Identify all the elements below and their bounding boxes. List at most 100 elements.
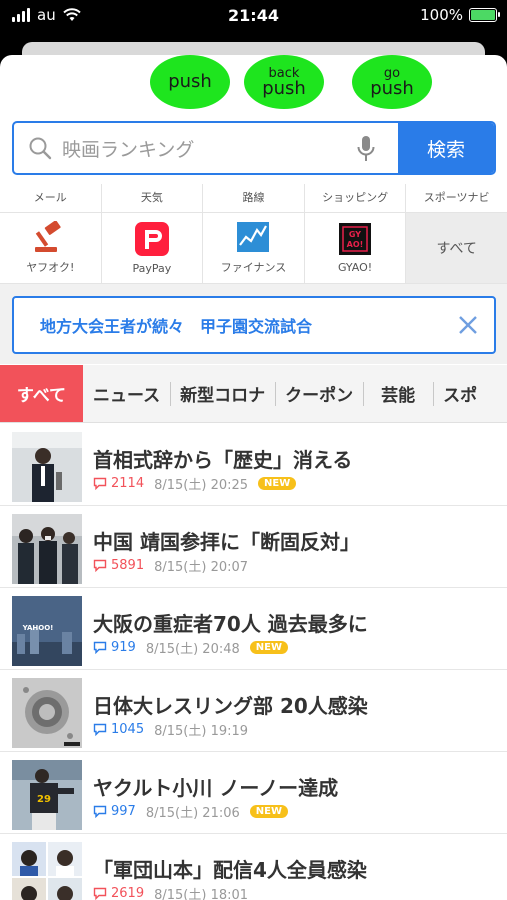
svg-text:GY: GY [349,230,361,239]
news-item[interactable]: 首相式辞から「歴史」消える 2114 8/15(土) 20:25 NEW [0,424,507,506]
news-date: 8/15(土) 21:06 [145,806,240,821]
banner-area: 地方大会王者が続々 甲子園交流試合 [0,284,507,364]
comment-icon [93,723,107,736]
news-thumbnail: 29 [12,760,82,830]
news-headline: ヤクルト小川 ノーノー達成 [93,776,339,800]
back-push-label: push [262,77,306,99]
search-button[interactable]: 検索 [398,123,494,173]
comment-count-value: 919 [111,640,136,655]
news-item[interactable]: YAHOO! 大阪の重症者70人 過去最多に 919 8/15(土) 20:48 NEW [0,588,507,670]
news-headline: 中国 靖国参拝に「断固反対」 [93,530,360,554]
paypay-icon [134,221,169,256]
news-date: 8/15(土) 20:48 [145,642,240,657]
gyao-icon: GY AO! [339,222,372,255]
news-date: 8/15(土) 20:07 [154,560,249,575]
chart-icon [237,222,270,252]
service-link-weather[interactable]: 天気 [102,184,204,212]
news-headline: 首相式辞から「歴史」消える [93,448,353,472]
service-paypay[interactable]: PayPay [102,213,204,283]
news-item[interactable]: 中国 靖国参拝に「断固反対」 5891 8/15(土) 20:07 [0,506,507,588]
service-gyao-label: GYAO! [337,260,373,274]
news-meta: 5891 8/15(土) 20:07 [93,556,248,575]
banner-text: 地方大会王者が続々 甲子園交流試合 [40,317,313,336]
comment-icon [93,641,107,654]
service-icons: ヤフオク! PayPay ファイナンス GY AO! GYAO! すべて [0,212,507,284]
news-item[interactable]: 日体大レスリング部 20人感染 1045 8/15(土) 19:19 [0,670,507,752]
battery-percent: 100% [420,6,463,24]
service-link-sportsnavi[interactable]: スポーツナビ [406,184,507,212]
search-input[interactable]: 映画ランキング [14,123,398,173]
push-button[interactable]: push [150,55,230,109]
topic-banner[interactable]: 地方大会王者が続々 甲子園交流試合 [12,296,496,354]
comment-count-value: 997 [111,804,136,819]
comment-icon [93,477,107,490]
news-date: 8/15(土) 20:25 [154,478,249,493]
comment-count-value: 1045 [111,722,145,737]
new-badge: NEW [249,641,288,654]
news-headline: 「軍団山本」配信4人全員感染 [93,858,367,882]
tab-all[interactable]: すべて [0,365,83,422]
go-push-button[interactable]: go push [352,55,432,109]
service-links: メール 天気 路線 ショッピング スポーツナビ [0,184,507,212]
news-list: 首相式辞から「歴史」消える 2114 8/15(土) 20:25 NEW 中国 靖国参拝… [0,424,507,900]
service-link-transit[interactable]: 路線 [203,184,305,212]
news-thumbnail [12,432,82,502]
news-date: 8/15(土) 19:19 [154,724,249,739]
tab-entertainment[interactable]: 芸能 [363,365,433,422]
push-button-label: push [168,71,212,92]
news-thumbnail [12,678,82,748]
tab-coupon[interactable]: クーポン [275,365,363,422]
category-tabs: すべて ニュース 新型コロナ クーポン 芸能 スポ [0,365,507,423]
svg-text:YAHOO!: YAHOO! [22,624,54,632]
search-placeholder: 映画ランキング [62,138,195,161]
comment-count-value: 2114 [111,476,145,491]
service-auction[interactable]: ヤフオク! [0,213,102,283]
comment-count: 2619 [93,886,144,900]
new-badge: NEW [258,477,297,490]
comment-icon [93,559,107,572]
microphone-icon[interactable] [356,135,376,163]
tab-coronavirus[interactable]: 新型コロナ [170,365,275,422]
comment-count: 1045 [93,722,144,737]
news-meta: 2619 8/15(土) 18:01 [93,884,248,900]
comment-count: 5891 [93,558,144,573]
browser-sheet: push back push go push 映画ランキング 検索 メール 天気… [0,55,507,900]
close-icon[interactable] [456,313,480,337]
news-item[interactable]: 29 ヤクルト小川 ノーノー達成 997 8/15(土) 21:06 NEW [0,752,507,834]
comment-count: 997 [93,804,136,819]
news-meta: 1045 8/15(土) 19:19 [93,720,248,739]
news-headline: 大阪の重症者70人 過去最多に [93,612,368,636]
news-thumbnail [12,842,82,900]
back-push-button[interactable]: back push [244,55,324,109]
news-meta: 997 8/15(土) 21:06 NEW [93,802,288,821]
service-link-shopping[interactable]: ショッピング [305,184,407,212]
svg-text:29: 29 [37,794,51,805]
service-link-mail[interactable]: メール [0,184,102,212]
status-bar: au 21:44 100% [0,0,507,32]
service-paypay-label: PayPay [132,261,172,275]
service-auction-label: ヤフオク! [26,261,75,274]
comment-icon [93,887,107,900]
news-thumbnail: YAHOO! [12,596,82,666]
news-date: 8/15(土) 18:01 [154,888,249,900]
gavel-icon [35,221,61,252]
new-badge: NEW [249,805,288,818]
search-icon [29,137,52,160]
search-bar: 映画ランキング 検索 [12,121,496,175]
tab-sports[interactable]: スポ [433,365,487,422]
comment-count: 919 [93,640,136,655]
comment-count: 2114 [93,476,144,491]
service-all-label: すべて [436,241,477,257]
news-item[interactable]: 「軍団山本」配信4人全員感染 2619 8/15(土) 18:01 [0,834,507,900]
status-right: 100% [420,6,500,24]
comment-count-value: 2619 [111,886,145,900]
comment-icon [93,805,107,818]
service-gyao[interactable]: GY AO! GYAO! [305,213,407,283]
comment-count-value: 5891 [111,558,145,573]
service-finance[interactable]: ファイナンス [203,213,305,283]
service-all[interactable]: すべて [406,213,507,283]
battery-icon [469,8,500,22]
service-finance-label: ファイナンス [220,261,287,274]
svg-text:AO!: AO! [347,240,364,249]
tab-news[interactable]: ニュース [83,365,170,422]
